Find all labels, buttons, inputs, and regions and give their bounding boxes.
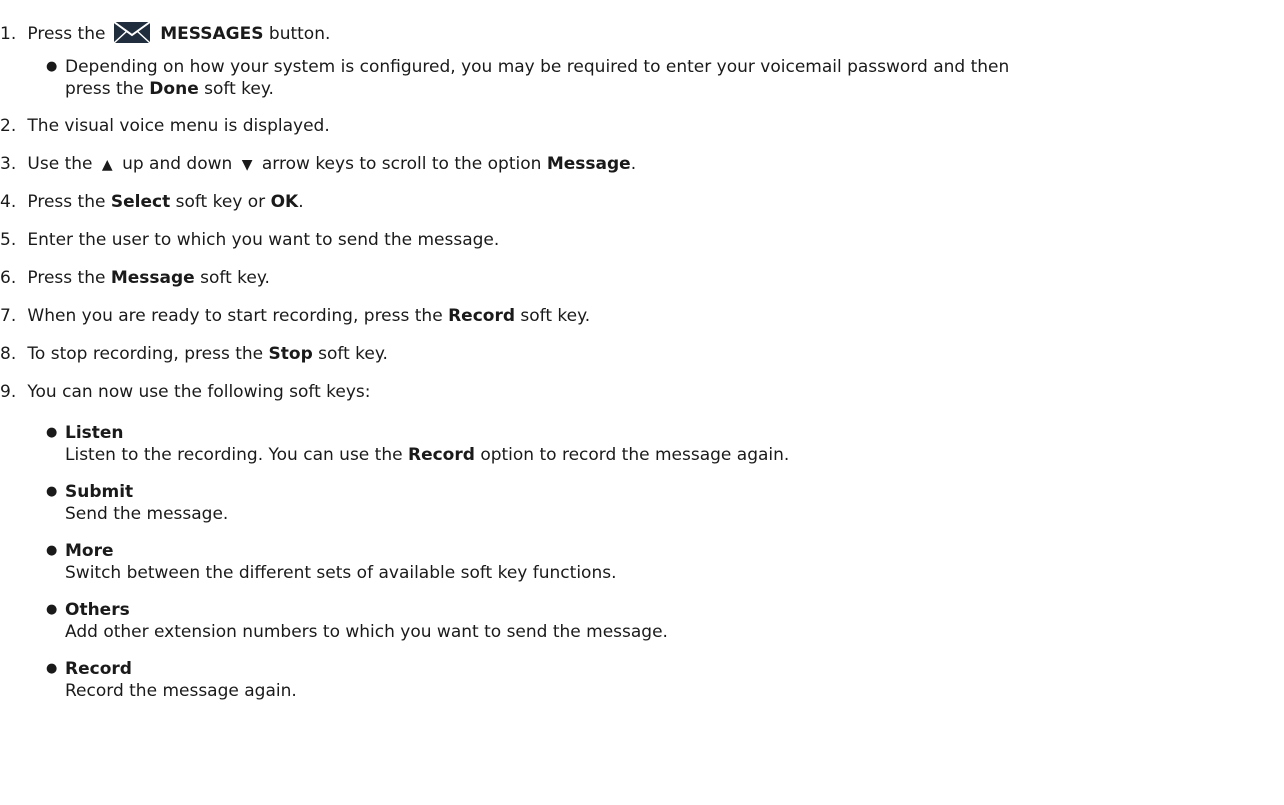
done-key-label: Done <box>149 79 199 99</box>
step-text-mid: up and down <box>122 154 233 174</box>
step-text: When you are ready to start recording, p… <box>27 306 443 326</box>
step-number: 1. <box>0 24 17 44</box>
step-text-end: soft key. <box>200 268 270 288</box>
desc-text: Listen to the recording. You can use the <box>65 445 403 465</box>
message-key-label: Message <box>110 268 195 288</box>
select-key-label: Select <box>110 192 171 212</box>
note-text: press the <box>65 79 144 99</box>
down-arrow-icon: ▼ <box>241 157 253 173</box>
step-number: 8. <box>0 344 17 364</box>
bullet-icon: ● <box>46 59 58 74</box>
soft-key-others-title: Others <box>65 600 130 620</box>
envelope-icon <box>113 20 151 50</box>
step-number: 2. <box>0 116 17 136</box>
bullet-icon: ● <box>46 661 58 676</box>
step-8: 8. To stop recording, press the Stop sof… <box>0 343 388 365</box>
step-text: Use the <box>27 154 93 174</box>
ok-key-label: OK <box>270 192 299 212</box>
soft-key-more-title: More <box>65 541 114 561</box>
step-2: 2. The visual voice menu is displayed. <box>0 115 330 137</box>
soft-key-listen-title: Listen <box>65 423 124 443</box>
note-text-end: soft key. <box>204 79 274 99</box>
step-number: 3. <box>0 154 17 174</box>
bullet-icon: ● <box>46 543 58 558</box>
step-text: To stop recording, press the <box>27 344 264 364</box>
step-text-post: arrow keys to scroll to the option <box>261 154 542 174</box>
step-7: 7. When you are ready to start recording… <box>0 305 590 327</box>
step-text-end: soft key. <box>318 344 388 364</box>
soft-key-record-desc: Record the message again. <box>65 681 297 701</box>
step-number: 4. <box>0 192 17 212</box>
step-text-mid: soft key or <box>175 192 266 212</box>
soft-key-record-title: Record <box>65 659 132 679</box>
step-4: 4. Press the Select soft key or OK. <box>0 191 304 213</box>
step-text-end: button. <box>268 24 331 44</box>
soft-key-listen-desc: Listen to the recording. You can use the… <box>65 444 789 466</box>
step-text-end: soft key. <box>520 306 591 326</box>
step-1: 1. Press the MESSAGES button. <box>0 20 330 50</box>
step-number: 5. <box>0 230 17 250</box>
desc-text-end: option to record the message again. <box>480 445 790 465</box>
step-number: 6. <box>0 268 17 288</box>
stop-key-label: Stop <box>268 344 313 364</box>
step-text: You can now use the following soft keys: <box>27 382 371 402</box>
record-key-label: Record <box>448 306 516 326</box>
soft-key-submit-desc: Send the message. <box>65 504 229 524</box>
step-text: Press the <box>27 24 106 44</box>
soft-key-others-desc: Add other extension numbers to which you… <box>65 622 668 642</box>
bullet-icon: ● <box>46 484 58 499</box>
step-number: 9. <box>0 382 17 402</box>
messages-button-label: MESSAGES <box>160 24 264 44</box>
step-1-note-line-1: Depending on how your system is configur… <box>65 57 1010 77</box>
step-5: 5. Enter the user to which you want to s… <box>0 229 499 251</box>
period: . <box>630 154 637 174</box>
bullet-icon: ● <box>46 602 58 617</box>
step-3: 3. Use the ▲ up and down ▼ arrow keys to… <box>0 153 636 176</box>
step-text: Press the <box>27 268 106 288</box>
bullet-icon: ● <box>46 425 58 440</box>
record-option-label: Record <box>407 445 475 465</box>
step-1-note-line-2: press the Done soft key. <box>65 78 274 100</box>
step-9: 9. You can now use the following soft ke… <box>0 381 371 403</box>
message-option-label: Message <box>546 154 631 174</box>
step-text: Enter the user to which you want to send… <box>27 230 500 250</box>
up-arrow-icon: ▲ <box>101 157 113 173</box>
step-number: 7. <box>0 306 17 326</box>
step-text: The visual voice menu is displayed. <box>27 116 330 136</box>
step-6: 6. Press the Message soft key. <box>0 267 270 289</box>
soft-key-submit-title: Submit <box>65 482 134 502</box>
period: . <box>298 192 304 212</box>
step-text: Press the <box>27 192 106 212</box>
soft-key-more-desc: Switch between the different sets of ava… <box>65 563 617 583</box>
